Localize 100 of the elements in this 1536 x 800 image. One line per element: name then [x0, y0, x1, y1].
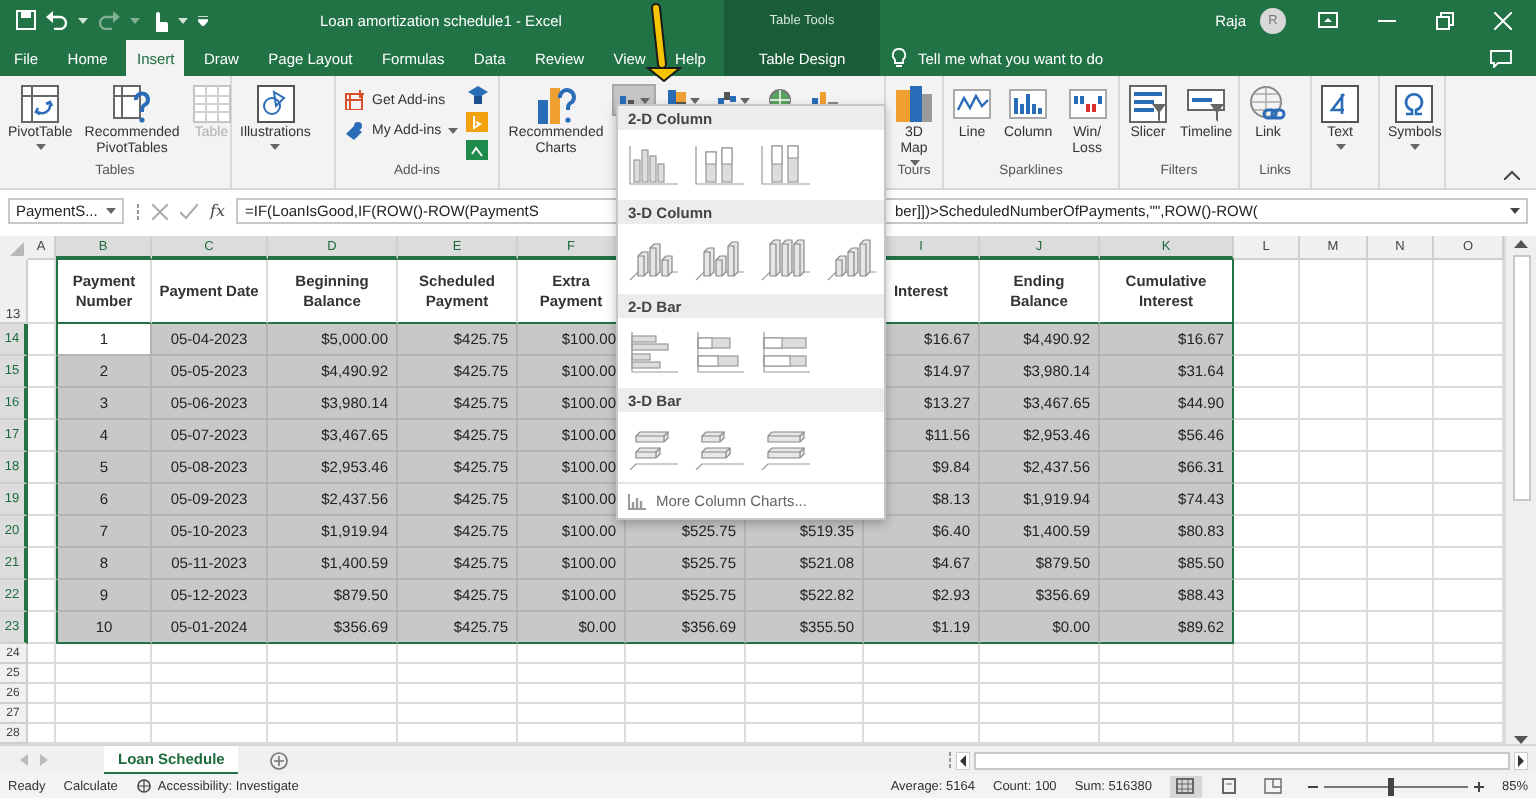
empty-cell[interactable] — [1234, 260, 1300, 324]
comments-icon[interactable] — [1490, 49, 1512, 67]
previous-sheet-icon[interactable] — [20, 754, 28, 766]
empty-cell[interactable] — [1300, 516, 1368, 548]
people-graph-icon[interactable] — [465, 140, 488, 160]
empty-cell[interactable] — [1300, 260, 1368, 324]
empty-cell[interactable] — [398, 684, 518, 704]
empty-cell[interactable] — [1368, 664, 1434, 684]
empty-cell[interactable] — [1368, 548, 1434, 580]
hand-icon[interactable] — [150, 9, 168, 31]
empty-cell[interactable] — [1368, 356, 1434, 388]
select-all-icon[interactable] — [0, 236, 28, 260]
undo-icon[interactable] — [46, 10, 68, 30]
empty-cell[interactable] — [1300, 704, 1368, 724]
empty-cell[interactable] — [56, 684, 152, 704]
empty-cell[interactable] — [1368, 580, 1434, 612]
zoom-in-icon[interactable] — [1473, 781, 1484, 791]
bar-chart-icon[interactable] — [692, 328, 748, 378]
empty-cell[interactable] — [1368, 388, 1434, 420]
empty-cell[interactable] — [1368, 484, 1434, 516]
empty-cell[interactable] — [152, 684, 268, 704]
column-chart-icon[interactable] — [692, 140, 748, 190]
cancel-icon[interactable] — [152, 203, 168, 219]
empty-cell[interactable] — [1300, 644, 1368, 664]
empty-cell[interactable] — [268, 704, 398, 724]
empty-cell[interactable] — [626, 684, 746, 704]
close-icon[interactable] — [1494, 11, 1512, 29]
empty-cell[interactable] — [1234, 644, 1300, 664]
empty-cell[interactable] — [1234, 684, 1300, 704]
scroll-up-icon[interactable] — [1514, 240, 1528, 248]
empty-cell[interactable] — [864, 704, 980, 724]
empty-cell[interactable] — [1368, 452, 1434, 484]
empty-cell[interactable] — [398, 704, 518, 724]
empty-cell[interactable] — [56, 644, 152, 664]
empty-cell[interactable] — [1300, 356, 1368, 388]
empty-cell[interactable] — [1300, 548, 1368, 580]
empty-cell[interactable] — [518, 704, 626, 724]
empty-cell[interactable] — [1234, 664, 1300, 684]
scroll-right-icon[interactable] — [1514, 751, 1528, 769]
3d-column-chart-icon[interactable] — [824, 234, 880, 284]
empty-cell[interactable] — [1300, 388, 1368, 420]
restore-icon[interactable] — [1436, 11, 1454, 29]
empty-cell[interactable] — [980, 664, 1100, 684]
empty-cell[interactable] — [1368, 644, 1434, 664]
add-sheet-icon[interactable] — [270, 751, 289, 769]
empty-cell[interactable] — [518, 644, 626, 664]
empty-cell[interactable] — [980, 704, 1100, 724]
empty-cell[interactable] — [1300, 612, 1368, 644]
empty-cell[interactable] — [268, 684, 398, 704]
bar-chart-icon[interactable] — [758, 328, 814, 378]
empty-cell[interactable] — [1300, 452, 1368, 484]
empty-cell[interactable] — [626, 644, 746, 664]
empty-cell[interactable] — [1300, 324, 1368, 356]
empty-cell[interactable] — [1368, 324, 1434, 356]
insert-function-button[interactable]: fx — [210, 202, 225, 220]
3d-column-chart-icon[interactable] — [758, 234, 814, 284]
empty-cell[interactable] — [1100, 684, 1234, 704]
empty-cell[interactable] — [518, 664, 626, 684]
column-chart-icon[interactable] — [758, 140, 814, 190]
empty-cell[interactable] — [1368, 684, 1434, 704]
empty-cell[interactable] — [1300, 484, 1368, 516]
save-icon[interactable] — [16, 10, 36, 30]
scroll-left-icon[interactable] — [956, 751, 970, 769]
ribbon-display-icon[interactable] — [1318, 12, 1338, 28]
diagram-icon[interactable] — [465, 84, 488, 104]
empty-cell[interactable] — [1300, 684, 1368, 704]
empty-cell[interactable] — [1368, 420, 1434, 452]
collapse-ribbon-icon[interactable] — [1504, 170, 1520, 180]
view-button[interactable] — [1169, 775, 1202, 797]
enter-icon[interactable] — [180, 203, 198, 219]
empty-cell[interactable] — [152, 664, 268, 684]
empty-cell[interactable] — [56, 664, 152, 684]
empty-cell[interactable] — [398, 664, 518, 684]
empty-cell[interactable] — [1368, 260, 1434, 324]
empty-cell[interactable] — [1368, 704, 1434, 724]
empty-cell[interactable] — [152, 644, 268, 664]
empty-cell[interactable] — [1300, 664, 1368, 684]
empty-cell[interactable] — [746, 664, 864, 684]
empty-cell[interactable] — [268, 644, 398, 664]
empty-cell[interactable] — [1300, 420, 1368, 452]
zoom-out-icon[interactable] — [1307, 781, 1318, 791]
empty-cell[interactable] — [152, 704, 268, 724]
bar-chart-icon[interactable] — [626, 328, 682, 378]
empty-cell[interactable] — [1300, 580, 1368, 612]
horizontal-scrollbar-thumb[interactable] — [974, 751, 1510, 769]
empty-cell[interactable] — [1100, 704, 1234, 724]
next-sheet-icon[interactable] — [40, 754, 48, 766]
zoom-slider-thumb[interactable] — [1388, 777, 1395, 795]
empty-cell[interactable] — [746, 644, 864, 664]
empty-cell[interactable] — [1234, 704, 1300, 724]
empty-cell[interactable] — [980, 684, 1100, 704]
empty-cell[interactable] — [864, 684, 980, 704]
empty-cell[interactable] — [398, 644, 518, 664]
empty-cell[interactable] — [864, 664, 980, 684]
empty-cell[interactable] — [626, 664, 746, 684]
empty-cell[interactable] — [626, 704, 746, 724]
empty-cell[interactable] — [746, 704, 864, 724]
customize-icon[interactable] — [198, 15, 208, 25]
empty-cell[interactable] — [1368, 516, 1434, 548]
empty-cell[interactable] — [56, 704, 152, 724]
